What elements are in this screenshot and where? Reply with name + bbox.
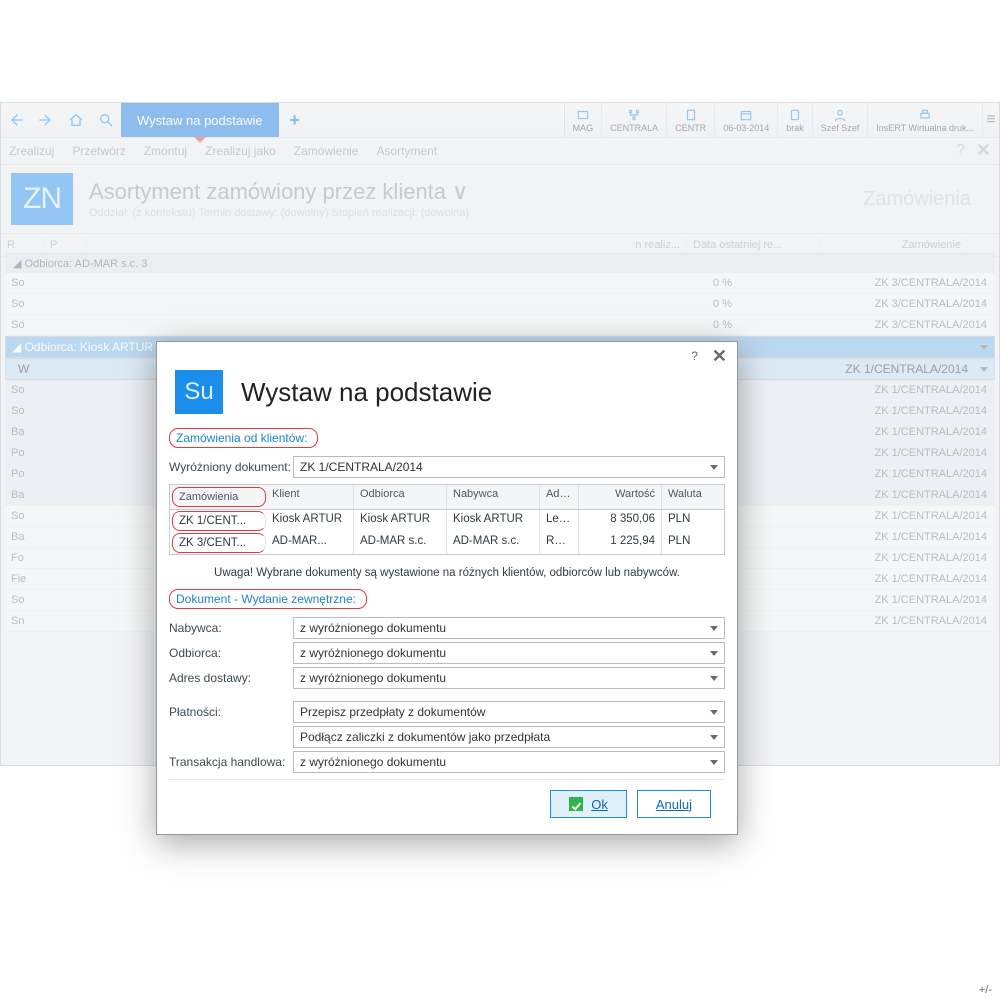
label-nabywca: Nabywca: (169, 621, 293, 635)
dialog-help-button[interactable]: ? (691, 349, 698, 363)
issue-based-on-dialog: ? ✕ Su Wystaw na podstawie Zamówienia od… (156, 341, 738, 835)
highlighted-doc-select[interactable]: ZK 1/CENTRALA/2014 (293, 456, 725, 478)
ok-button[interactable]: Ok (550, 790, 627, 818)
zoom-indicator[interactable]: +/- (979, 984, 992, 996)
section-orders-link[interactable]: Zamówienia od klientów: (176, 431, 307, 445)
label-highlighted-doc: Wyróżniony dokument: (169, 460, 293, 474)
platnosci2-select[interactable]: Podłącz zaliczki z dokumentów jako przed… (293, 726, 725, 748)
th-adres[interactable]: Adres dostawy (540, 485, 579, 509)
platnosci-select[interactable]: Przepisz przedpłaty z dokumentów (293, 701, 725, 723)
table-row[interactable]: ZK 1/CENT... Kiosk ARTUR Kiosk ARTUR Kio… (170, 510, 724, 532)
label-trans: Transakcja handlowa: (169, 755, 293, 769)
th-orders[interactable]: Zamówienia (172, 487, 266, 507)
label-adres: Adres dostawy: (169, 671, 293, 685)
warning-text: Uwaga! Wybrane dokumenty są wystawione n… (169, 561, 725, 589)
th-wartosc[interactable]: Wartość (579, 485, 662, 509)
th-odbiorca[interactable]: Odbiorca (354, 485, 447, 509)
check-icon (569, 797, 583, 811)
table-row[interactable]: ZK 3/CENT... AD-MAR... AD-MAR s.c. AD-MA… (170, 532, 724, 554)
trans-select[interactable]: z wyróżnionego dokumentu (293, 751, 725, 773)
orders-table: Zamówienia Klient Odbiorca Nabywca Adres… (169, 484, 725, 555)
dialog-close-button[interactable]: ✕ (712, 346, 727, 367)
th-klient[interactable]: Klient (266, 485, 354, 509)
th-nabywca[interactable]: Nabywca (447, 485, 540, 509)
odbiorca-select[interactable]: z wyróżnionego dokumentu (293, 642, 725, 664)
nabywca-select[interactable]: z wyróżnionego dokumentu (293, 617, 725, 639)
dialog-title: Wystaw na podstawie (241, 377, 492, 408)
section-document-link[interactable]: Dokument - Wydanie zewnętrzne: (176, 592, 356, 606)
adres-select[interactable]: z wyróżnionego dokumentu (293, 667, 725, 689)
cancel-button[interactable]: Anuluj (637, 790, 711, 818)
dialog-badge: Su (175, 370, 223, 414)
label-odbiorca: Odbiorca: (169, 646, 293, 660)
th-waluta[interactable]: Waluta (662, 485, 724, 509)
label-platnosci: Płatności: (169, 705, 293, 719)
